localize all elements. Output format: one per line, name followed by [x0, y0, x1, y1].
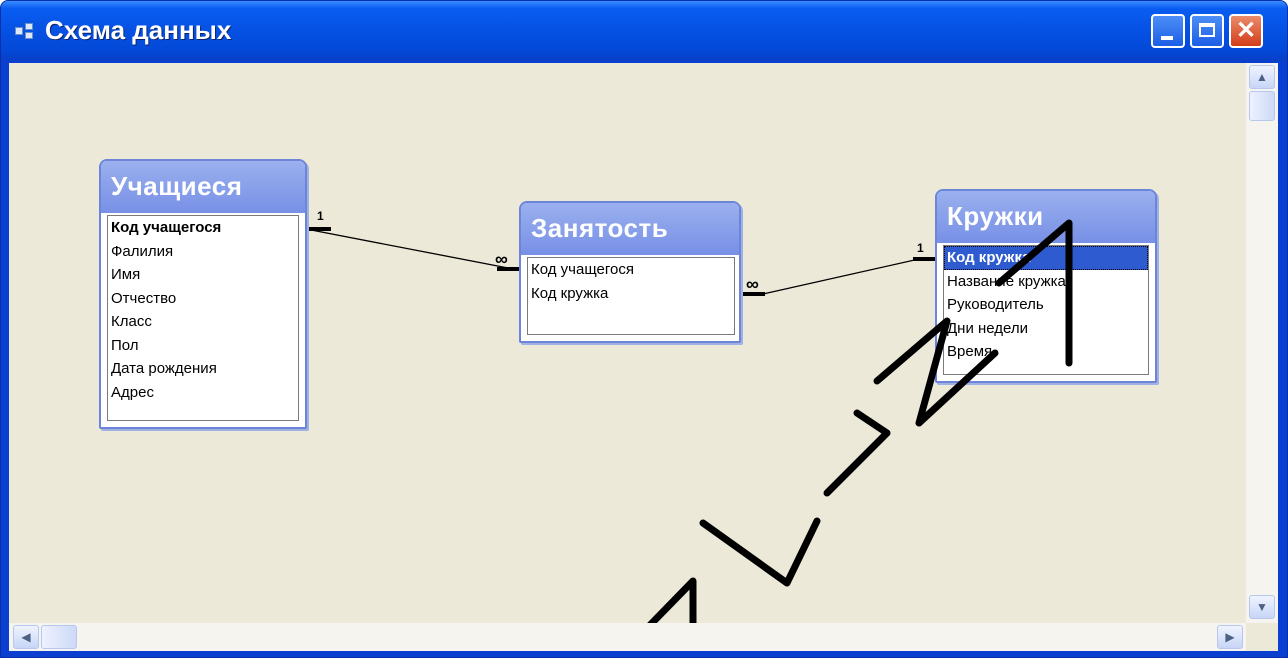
vertical-scroll-thumb[interactable]: [1249, 91, 1275, 121]
vertical-scrollbar[interactable]: ▲ ▼: [1246, 63, 1278, 623]
close-icon: ✕: [1235, 17, 1257, 44]
horizontal-scrollbar[interactable]: ◀ ▶: [9, 623, 1246, 651]
watermark: [647, 219, 1073, 623]
minimize-icon: [1161, 36, 1173, 40]
maximize-icon: [1199, 23, 1215, 37]
maximize-button[interactable]: [1190, 14, 1224, 48]
scroll-up-button[interactable]: ▲: [1249, 65, 1275, 89]
scroll-down-button[interactable]: ▼: [1249, 595, 1275, 619]
scroll-left-button[interactable]: ◀: [13, 625, 39, 649]
chevron-right-icon: ▶: [1225, 630, 1235, 644]
chevron-left-icon: ◀: [21, 630, 31, 644]
window-title: Схема данных: [45, 15, 232, 45]
horizontal-scroll-thumb[interactable]: [41, 625, 77, 649]
close-button[interactable]: ✕: [1229, 14, 1263, 48]
scrollbar-corner: [1246, 623, 1278, 651]
title-bar[interactable]: Схема данных ✕: [1, 1, 1287, 61]
minimize-button[interactable]: [1151, 14, 1185, 48]
scroll-right-button[interactable]: ▶: [1217, 625, 1243, 649]
relationships-icon: [15, 23, 35, 39]
schema-window: Схема данных ✕ 1 ∞ ∞ 1 Учащиеся Код учащ…: [0, 0, 1288, 658]
chevron-up-icon: ▲: [1256, 70, 1268, 84]
diagram-canvas[interactable]: 1 ∞ ∞ 1 Учащиеся Код учащегося Фалилия И…: [9, 63, 1278, 651]
chevron-down-icon: ▼: [1256, 600, 1268, 614]
